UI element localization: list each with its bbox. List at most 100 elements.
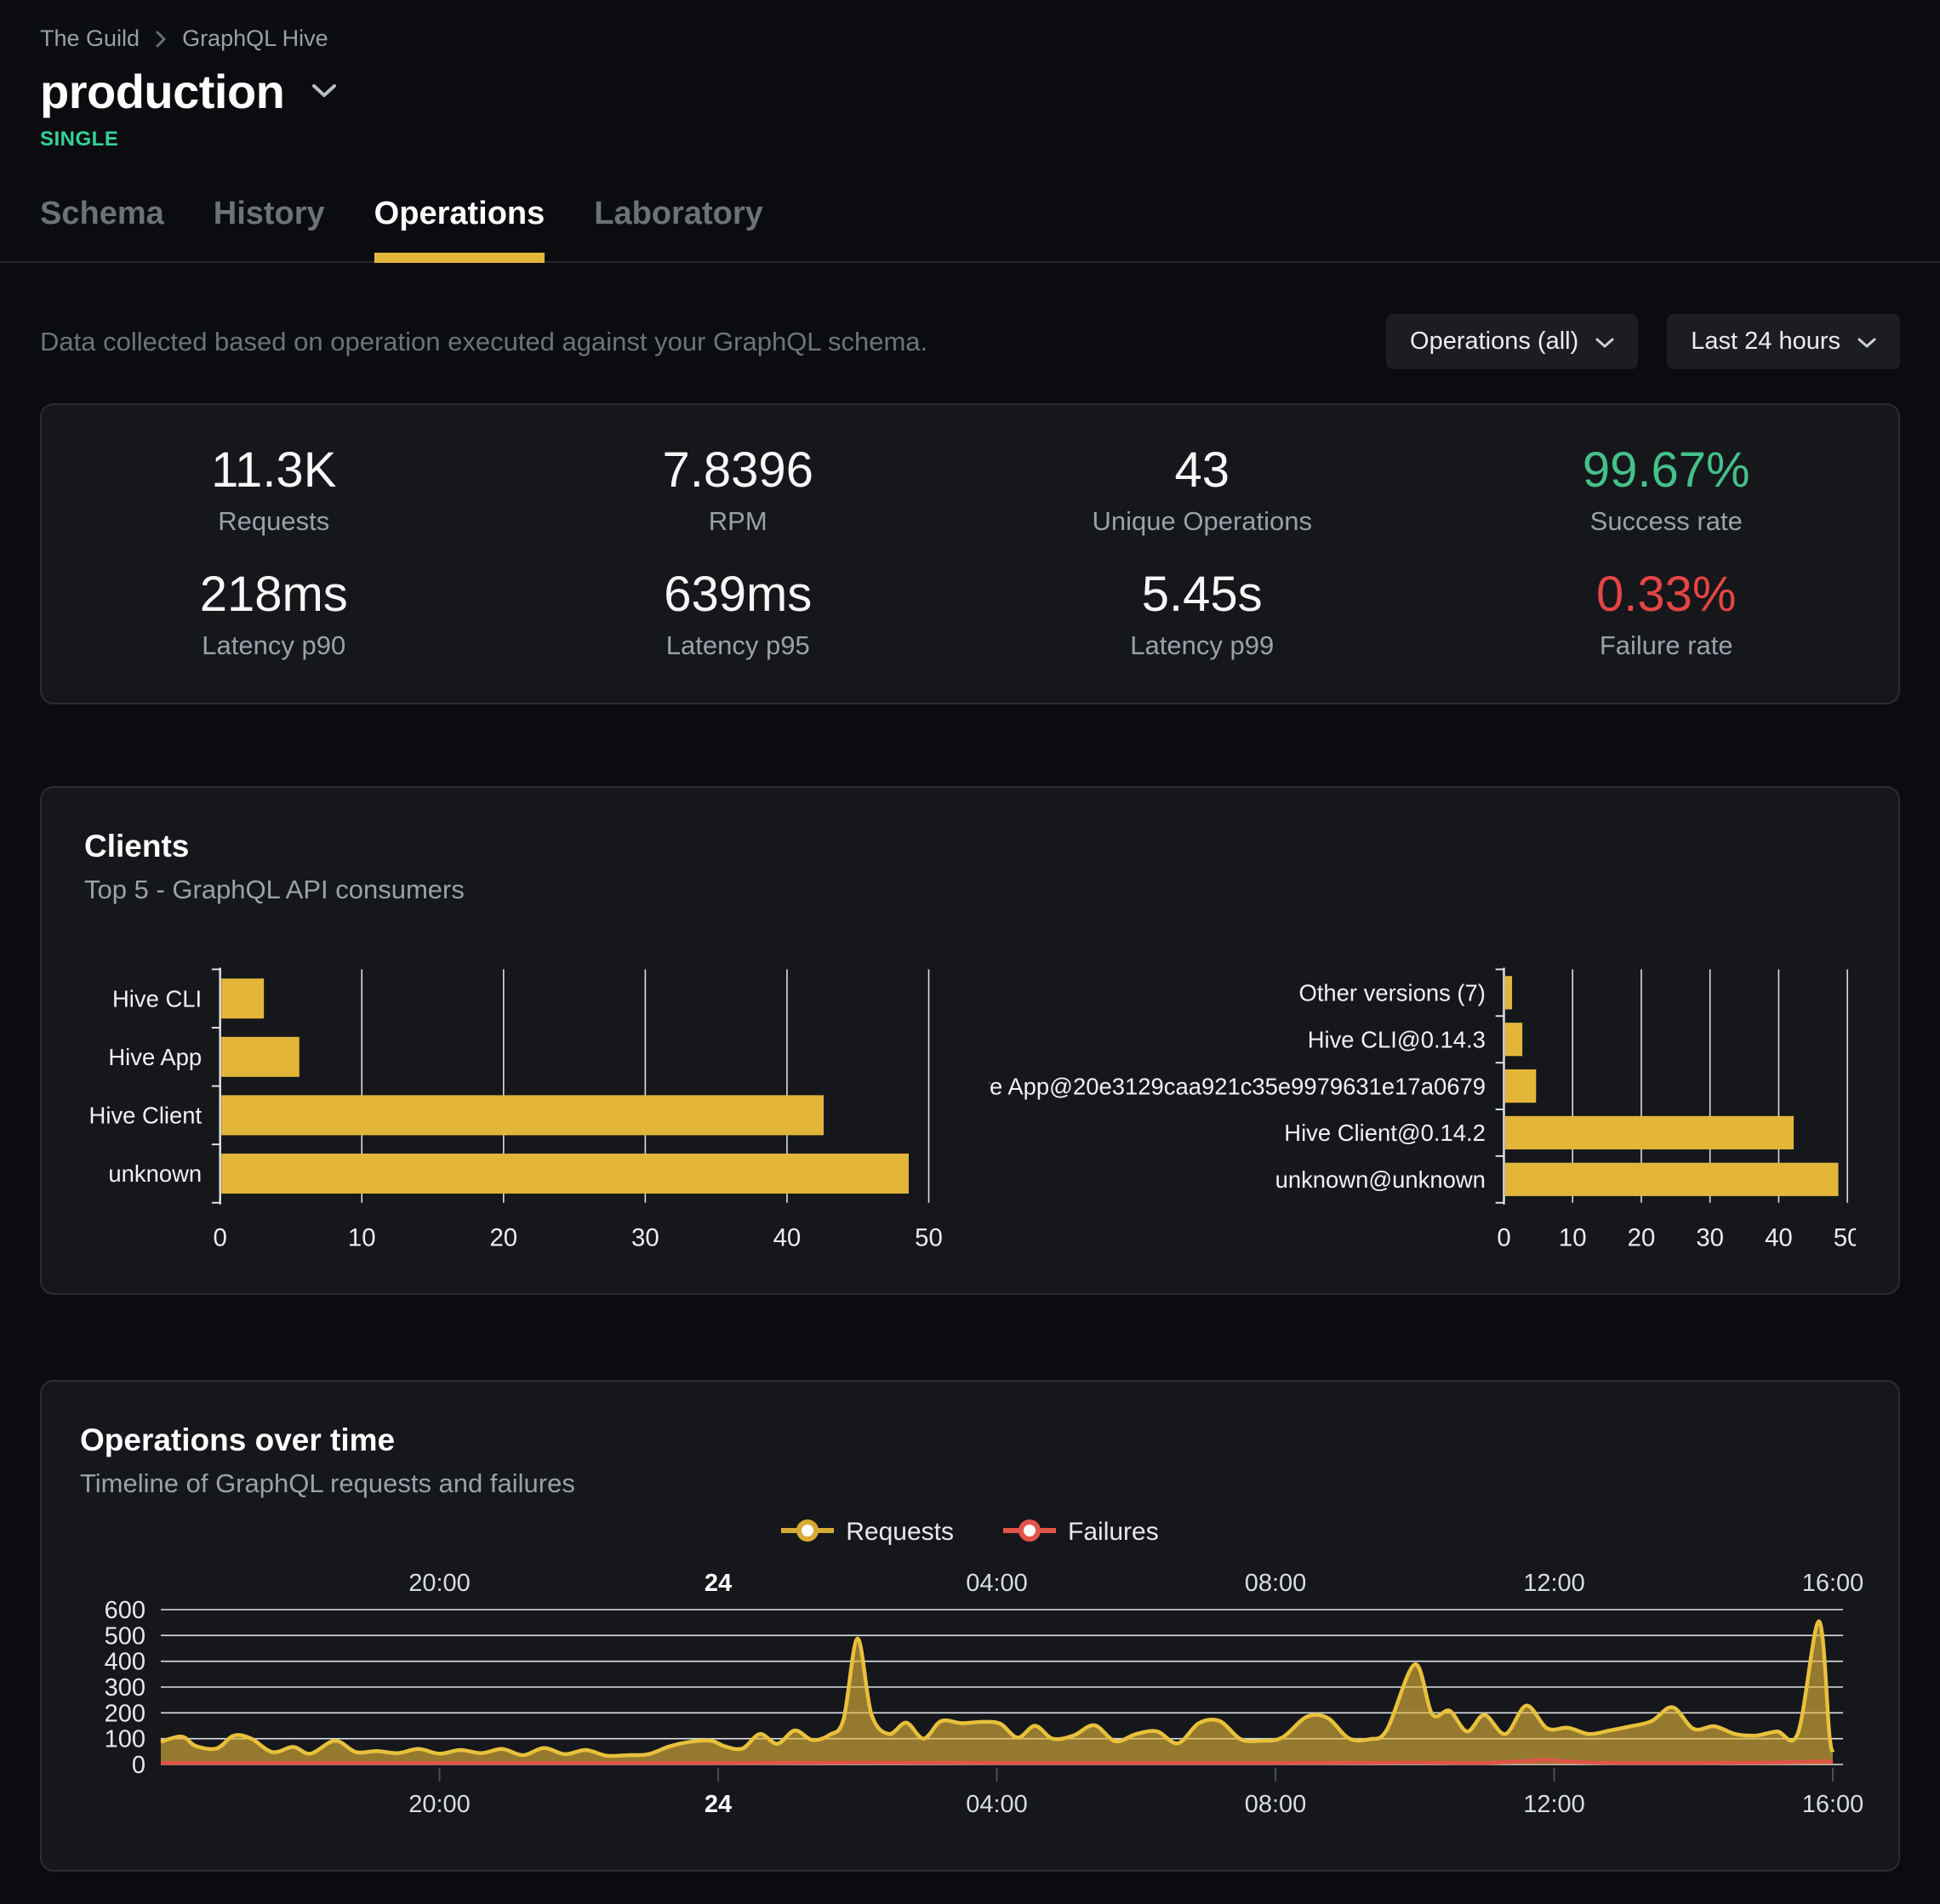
bar-unknown (221, 1154, 909, 1194)
bar-hive-cli-0-14-3 (1505, 1023, 1522, 1056)
timeline-card-title: Operations over time (80, 1422, 1860, 1458)
stat-label: Requests (42, 507, 506, 536)
stat-requests: 11.3K Requests (42, 444, 506, 536)
time-range-dropdown[interactable]: Last 24 hours (1667, 314, 1900, 369)
x-tick-label: 12:00 (1523, 1570, 1585, 1597)
page-header: The Guild GraphQL Hive production SINGLE (0, 0, 1940, 151)
tab-bar: Schema History Operations Laboratory (0, 196, 1940, 263)
time-range-label: Last 24 hours (1691, 328, 1840, 356)
y-tick-label: 100 (105, 1726, 146, 1753)
project-selector-button[interactable] (306, 77, 342, 106)
clients-by-name-chart[interactable]: Hive CLI Hive App Hive Client unknown 0 10 20 3… (84, 960, 989, 1259)
stat-value: 0.33% (1435, 568, 1899, 621)
x-tick-label: 20 (489, 1224, 517, 1252)
chevron-down-icon (1857, 328, 1876, 356)
tab-schema[interactable]: Schema (40, 196, 164, 261)
y-tick-label: 500 (105, 1622, 146, 1650)
tab-laboratory[interactable]: Laboratory (594, 196, 762, 261)
clients-card: Clients Top 5 - GraphQL API consumers Hi… (40, 786, 1900, 1295)
y-tick-label: 400 (105, 1649, 146, 1676)
clients-by-version-chart[interactable]: Other versions (7)Hive CLI@0.14.3Hive Ap… (989, 960, 1856, 1259)
y-tick-label: 200 (105, 1700, 146, 1727)
stat-value: 639ms (506, 568, 971, 621)
x-tick-label: 24 (705, 1570, 732, 1597)
tab-history[interactable]: History (214, 196, 325, 261)
bar-hive-client-0-14-2 (1505, 1116, 1794, 1149)
x-tick-label: 50 (1834, 1224, 1856, 1252)
stat-label: RPM (506, 507, 971, 536)
stat-latency-p99: 5.45s Latency p99 (970, 568, 1435, 660)
page-title: production (40, 64, 284, 119)
legend-label: Requests (846, 1518, 954, 1547)
stat-unique-operations: 43 Unique Operations (970, 444, 1435, 536)
x-tick-label: 08:00 (1245, 1791, 1307, 1818)
operations-filter-dropdown[interactable]: Operations (all) (1386, 314, 1638, 369)
x-tick-label: 12:00 (1523, 1791, 1585, 1818)
stat-value: 43 (970, 444, 1435, 497)
x-tick-label: 50 (915, 1224, 943, 1252)
breadcrumb-item-the-guild[interactable]: The Guild (40, 26, 140, 52)
legend-label: Failures (1068, 1518, 1159, 1547)
x-tick-label: 40 (1765, 1224, 1793, 1252)
stat-label: Latency p90 (42, 631, 506, 660)
tab-operations[interactable]: Operations (374, 196, 545, 261)
bar-hive-app (221, 1037, 300, 1077)
stat-label: Failure rate (1435, 631, 1899, 660)
bar-unknown-unknown (1505, 1163, 1839, 1196)
operations-over-time-chart[interactable]: 010020030040050060020:0020:00242404:0004… (80, 1560, 1863, 1854)
stat-value: 11.3K (42, 444, 506, 497)
category-label: unknown (108, 1160, 202, 1187)
chevron-down-icon (1595, 328, 1614, 356)
x-tick-label: 16:00 (1802, 1791, 1863, 1818)
stat-label: Latency p95 (506, 631, 971, 660)
timeline-card-subtitle: Timeline of GraphQL requests and failure… (80, 1468, 1860, 1499)
category-label: Hive App (108, 1044, 202, 1070)
legend-item-failures[interactable]: Failures (1003, 1518, 1159, 1547)
category-label: Hive CLI@0.14.3 (1308, 1026, 1486, 1052)
stat-label: Unique Operations (970, 507, 1435, 536)
bar-hive-client (221, 1095, 824, 1135)
breadcrumb-item-graphql-hive[interactable]: GraphQL Hive (182, 26, 328, 52)
clients-card-title: Clients (84, 829, 1856, 864)
x-tick-label: 04:00 (966, 1570, 1028, 1597)
clients-card-subtitle: Top 5 - GraphQL API consumers (84, 875, 1856, 905)
stat-failure-rate: 0.33% Failure rate (1435, 568, 1899, 660)
chevron-down-icon (311, 83, 337, 101)
stat-value: 5.45s (970, 568, 1435, 621)
stat-value: 99.67% (1435, 444, 1899, 497)
x-tick-label: 30 (631, 1224, 659, 1252)
stat-value: 218ms (42, 568, 506, 621)
x-tick-label: 10 (348, 1224, 376, 1252)
x-tick-label: 0 (1497, 1224, 1510, 1252)
category-label: Hive Client (89, 1103, 203, 1129)
collection-description: Data collected based on operation execut… (40, 327, 927, 357)
stat-rpm: 7.8396 RPM (506, 444, 971, 536)
stat-success-rate: 99.67% Success rate (1435, 444, 1899, 536)
x-tick-label: 20:00 (408, 1791, 471, 1818)
stat-value: 7.8396 (506, 444, 971, 497)
category-label: Other versions (7) (1299, 980, 1486, 1006)
x-tick-label: 20:00 (408, 1570, 471, 1597)
legend-item-requests[interactable]: Requests (781, 1518, 954, 1547)
toolbar: Data collected based on operation execut… (40, 314, 1900, 369)
target-mode-badge: SINGLE (40, 128, 1900, 151)
operations-filter-label: Operations (all) (1410, 328, 1578, 356)
x-tick-label: 0 (214, 1224, 227, 1252)
y-tick-label: 300 (105, 1674, 146, 1702)
stat-latency-p90: 218ms Latency p90 (42, 568, 506, 660)
x-tick-label: 20 (1628, 1224, 1656, 1252)
y-tick-label: 600 (105, 1597, 146, 1624)
x-tick-label: 08:00 (1245, 1570, 1307, 1597)
category-label: unknown@unknown (1275, 1166, 1486, 1193)
category-label: Hive CLI (112, 985, 202, 1012)
requests-area (161, 1622, 1833, 1764)
bar-hive-app-20e3129caa921c35e9979631e17a0679 (1505, 1069, 1536, 1103)
stat-label: Success rate (1435, 507, 1899, 536)
page: The GuildGraphQL Hive production SINGLE … (0, 0, 1940, 1904)
bar-hive-cli (221, 978, 264, 1018)
stat-latency-p95: 639ms Latency p95 (506, 568, 971, 660)
stat-label: Latency p99 (970, 631, 1435, 660)
y-tick-label: 0 (132, 1752, 146, 1779)
category-label: Hive Client@0.14.2 (1284, 1120, 1486, 1146)
x-tick-label: 10 (1559, 1224, 1587, 1252)
